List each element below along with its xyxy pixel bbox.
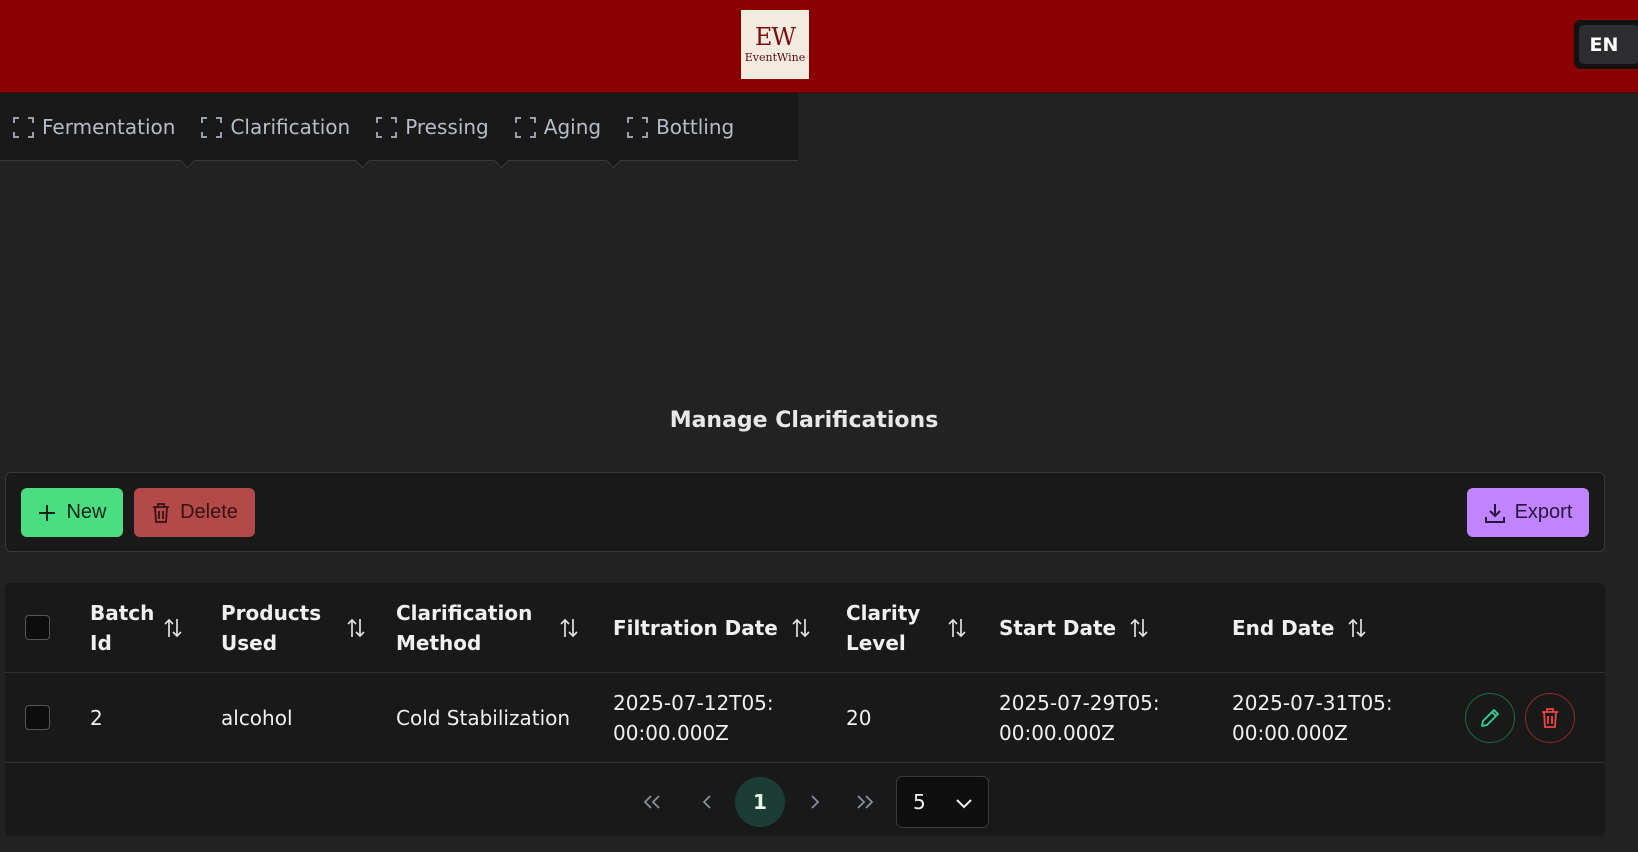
tab-label: Clarification: [230, 115, 351, 139]
next-page-button[interactable]: [797, 777, 833, 827]
new-button[interactable]: New: [21, 488, 123, 537]
column-label: Products Used: [221, 601, 322, 655]
language-selector[interactable]: EN: [1574, 20, 1638, 69]
table-row[interactable]: 2 alcohol Cold Stabilization 2025-07-12T…: [5, 673, 1605, 763]
toolbar: New Delete Export: [5, 472, 1605, 552]
plus-icon: [39, 504, 56, 521]
sort-arrows-icon: [164, 618, 182, 638]
column-header-products-used[interactable]: Products Used: [221, 583, 371, 673]
tab-label: Fermentation: [42, 115, 176, 139]
cell-clarification-method: Cold Stabilization: [396, 706, 571, 730]
select-all-checkbox[interactable]: [25, 615, 50, 640]
cell-start-date: 2025-07-29T05:00:00.000Z: [999, 691, 1160, 745]
top-header: EW EventWine EN: [0, 0, 1638, 93]
page-button-current[interactable]: 1: [735, 777, 785, 827]
last-page-button[interactable]: [845, 777, 885, 827]
cell-clarity-level: 20: [846, 706, 872, 730]
frame-corners-icon: [376, 116, 398, 138]
new-button-label: New: [66, 501, 107, 523]
logo-word: EventWine: [744, 51, 806, 64]
table-header: Batch Id Products Used Clarification Met…: [5, 583, 1605, 673]
column-label: Filtration Date: [613, 616, 778, 640]
column-label: Clarification Method: [396, 601, 533, 655]
clarifications-table: Batch Id Products Used Clarification Met…: [5, 583, 1605, 836]
delete-button[interactable]: Delete: [134, 488, 255, 537]
trash-icon: [153, 502, 170, 523]
tab-pressing[interactable]: Pressing: [363, 93, 502, 161]
chevron-down-icon: [956, 799, 972, 809]
column-label: Start Date: [999, 616, 1117, 640]
sort-arrows-icon: [560, 618, 578, 638]
page-title: Manage Clarifications: [669, 408, 939, 433]
chevrons-left-icon: [643, 795, 660, 809]
column-header-batch-id[interactable]: Batch Id: [90, 583, 200, 673]
column-label: Batch Id: [90, 601, 155, 655]
cell-filtration-date: 2025-07-12T05:00:00.000Z: [613, 691, 774, 745]
cell-end-date: 2025-07-31T05:00:00.000Z: [1232, 691, 1393, 745]
tab-label: Aging: [543, 115, 602, 139]
delete-button-label: Delete: [180, 501, 238, 523]
column-label: End Date: [1232, 616, 1335, 640]
edit-row-button[interactable]: [1465, 693, 1515, 743]
trash-icon: [1542, 708, 1558, 728]
chevron-right-icon: [811, 795, 820, 809]
column-header-clarity-level[interactable]: Clarity Level: [846, 583, 976, 673]
column-header-filtration-date[interactable]: Filtration Date: [613, 583, 833, 673]
sort-arrows-icon: [948, 618, 966, 638]
tab-label: Pressing: [405, 115, 489, 139]
rows-per-page-dropdown[interactable]: 5: [896, 776, 989, 828]
row-select-checkbox[interactable]: [25, 705, 50, 730]
delete-row-button[interactable]: [1525, 693, 1575, 743]
tab-label: Bottling: [656, 115, 735, 139]
sort-arrows-icon: [1130, 618, 1148, 638]
pencil-icon: [1481, 709, 1499, 727]
language-label: EN: [1579, 25, 1638, 64]
tab-aging[interactable]: Aging: [502, 93, 614, 161]
eventwine-logo[interactable]: EW EventWine: [741, 10, 809, 79]
sort-arrows-icon: [1348, 618, 1367, 638]
tab-bottling[interactable]: Bottling: [614, 93, 747, 161]
column-header-clarification-method[interactable]: Clarification Method: [396, 583, 586, 673]
logo-mark: EW: [754, 23, 796, 51]
cell-batch-id: 2: [90, 706, 103, 730]
tab-clarification[interactable]: Clarification: [188, 93, 363, 161]
sort-arrows-icon: [347, 618, 365, 638]
chevron-left-icon: [702, 795, 711, 809]
column-header-start-date[interactable]: Start Date: [999, 583, 1199, 673]
previous-page-button[interactable]: [689, 777, 725, 827]
column-label: Clarity Level: [846, 601, 921, 655]
chevrons-right-icon: [857, 795, 874, 809]
sort-arrows-icon: [792, 618, 810, 638]
frame-corners-icon: [201, 116, 223, 138]
process-tabs: Fermentation Clarification Pressing Agin…: [0, 93, 798, 161]
first-page-button[interactable]: [632, 777, 672, 827]
column-header-end-date[interactable]: End Date: [1232, 583, 1432, 673]
download-icon: [1484, 503, 1505, 523]
export-button[interactable]: Export: [1467, 488, 1589, 537]
export-button-label: Export: [1514, 501, 1573, 523]
tab-fermentation[interactable]: Fermentation: [0, 93, 188, 161]
pagination: 1 5: [5, 763, 1605, 836]
frame-corners-icon: [514, 116, 536, 138]
cell-products-used: alcohol: [221, 706, 293, 730]
frame-corners-icon: [627, 116, 649, 138]
frame-corners-icon: [13, 116, 34, 138]
rows-per-page-value: 5: [913, 790, 926, 814]
